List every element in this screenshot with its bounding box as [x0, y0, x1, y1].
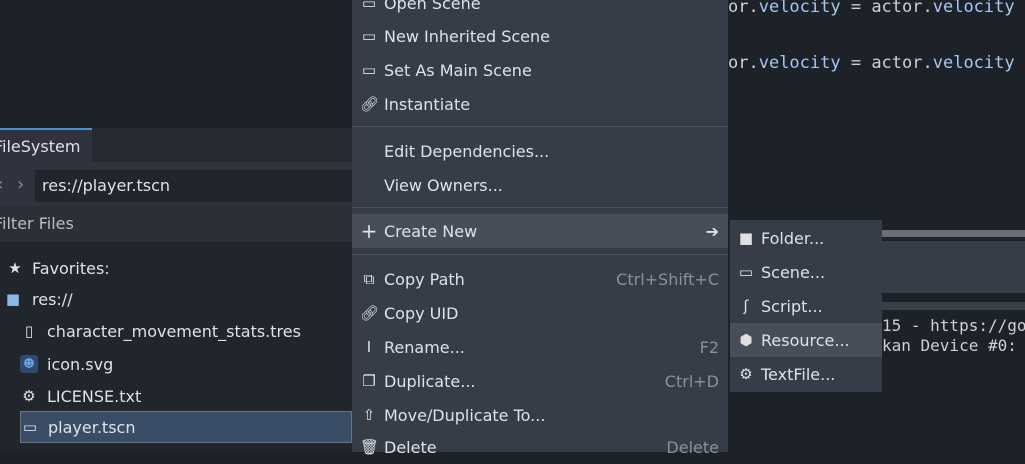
link-icon: 🔗︎ [360, 304, 380, 322]
submenu-item-script[interactable]: ʃ Script... [730, 289, 882, 323]
tab-filesystem[interactable]: FileSystem [0, 128, 92, 162]
plus-icon: + [360, 219, 378, 243]
tree-item[interactable]: ⚙ LICENSE.txt [0, 380, 352, 412]
tree-item[interactable]: ▯ character_movement_stats.tres [0, 315, 352, 347]
menu-item-rename[interactable]: I Rename... F2 [352, 330, 728, 364]
scrollbar[interactable] [880, 302, 1025, 310]
console-line: 15 - https://go [882, 316, 1025, 335]
menu-item-copy-path[interactable]: ⧉ Copy Path Ctrl+Shift+C [352, 262, 728, 296]
forward-icon[interactable]: › [17, 174, 24, 195]
separator [352, 254, 728, 255]
trash-icon: 🗑︎ [360, 438, 380, 456]
tree-item[interactable]: ☻ icon.svg [0, 348, 352, 380]
move-icon: ⇧ [362, 406, 376, 424]
menu-item-create-new[interactable]: + Create New ➔ [352, 214, 728, 248]
separator [352, 207, 728, 208]
resource-icon: ⬢ [739, 331, 753, 349]
submenu-item-scene[interactable]: ▭ Scene... [730, 255, 882, 289]
menu-item-duplicate[interactable]: ❐ Duplicate... Ctrl+D [352, 364, 728, 398]
menu-item-set-main-scene[interactable]: ▭ Set As Main Scene [352, 53, 728, 87]
submenu-item-folder[interactable]: ■ Folder... [730, 221, 882, 255]
submenu-item-textfile[interactable]: ⚙ TextFile... [730, 357, 882, 391]
scene-icon: ▭ [22, 418, 38, 436]
back-icon[interactable]: ‹ [0, 174, 3, 195]
menu-item-edit-dependencies[interactable]: Edit Dependencies... [352, 134, 728, 168]
code-line: or.velocity = actor.velocity [728, 53, 1015, 73]
star-icon: ★ [8, 259, 22, 277]
link-icon: 🔗︎ [360, 95, 380, 113]
file-icon: ▯ [24, 322, 34, 340]
textfile-icon: ⚙ [739, 365, 753, 383]
duplicate-icon: ❐ [362, 372, 376, 390]
console-line: kan Device #0: [882, 336, 1017, 355]
splitter[interactable] [880, 230, 1025, 237]
context-menu: ▭ Open Scene ▭ New Inherited Scene ▭ Set As… [352, 0, 728, 457]
tree-item-res[interactable]: ■ res:// [0, 283, 352, 315]
copy-icon: ⧉ [363, 270, 375, 288]
new-scene-icon: ▭ [361, 27, 377, 45]
code-line: or.velocity = actor.velocity [728, 0, 1015, 17]
path-input[interactable]: res://player.tscn [35, 170, 352, 202]
folder-icon: ■ [738, 229, 754, 247]
menu-item-view-owners[interactable]: View Owners... [352, 168, 728, 202]
separator [352, 126, 728, 127]
folder-icon: ■ [5, 290, 21, 308]
output-toolbar [880, 241, 1025, 293]
scene-icon: ▭ [738, 263, 754, 281]
submenu-arrow-icon: ➔ [705, 221, 719, 241]
submenu-item-resource[interactable]: ⬢ Resource... [730, 323, 882, 357]
rename-icon: I [366, 338, 372, 356]
scene-icon: ▭ [361, 0, 377, 12]
menu-item-move-duplicate[interactable]: ⇧ Move/Duplicate To... [352, 398, 728, 432]
scene-icon: ▭ [361, 61, 377, 79]
menu-item-new-inherited-scene[interactable]: ▭ New Inherited Scene [352, 19, 728, 53]
create-new-submenu: ■ Folder... ▭ Scene... ʃ Script... ⬢ Resourc… [730, 220, 882, 392]
textfile-icon: ⚙ [22, 387, 36, 405]
menu-item-instantiate[interactable]: 🔗︎ Instantiate [352, 87, 728, 121]
script-icon: ʃ [743, 297, 749, 315]
godot-icon: ☻ [20, 355, 38, 373]
menu-item-copy-uid[interactable]: 🔗︎ Copy UID [352, 296, 728, 330]
filter-input[interactable]: Filter Files [0, 206, 352, 242]
tree-item-favorites[interactable]: ★ Favorites: [0, 252, 352, 284]
menu-item-delete[interactable]: 🗑︎ Delete Delete [352, 430, 728, 464]
tree-item-selected[interactable]: ▭ player.tscn [20, 411, 352, 443]
menu-item-open-scene[interactable]: ▭ Open Scene [352, 0, 728, 20]
scene-dock [0, 0, 352, 128]
